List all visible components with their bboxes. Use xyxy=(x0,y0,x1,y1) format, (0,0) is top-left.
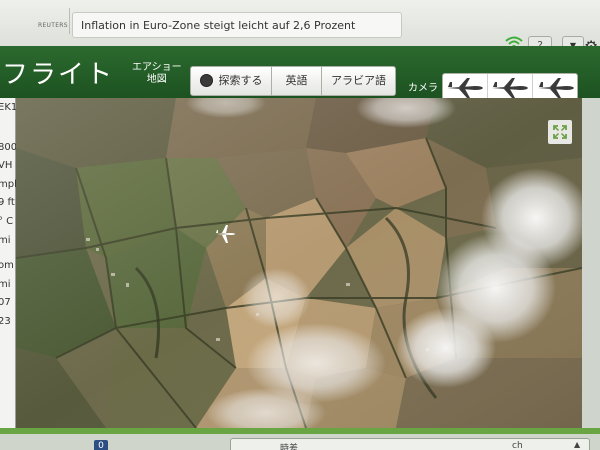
bottom-accent xyxy=(0,428,600,434)
info-value: 23 xyxy=(0,316,11,327)
info-value: mi xyxy=(0,235,11,246)
reuters-logo: REUTERS xyxy=(38,8,70,34)
aerial-terrain xyxy=(16,98,582,428)
info-value: 800 xyxy=(0,142,18,153)
airplane-icon xyxy=(537,78,574,98)
airshow-map-label: エアショー 地図 xyxy=(132,62,182,86)
scroll-edge xyxy=(582,98,600,428)
info-value: om xyxy=(0,260,14,271)
expand-button[interactable] xyxy=(548,120,572,144)
explore-button[interactable]: 探索する xyxy=(190,66,272,96)
reuters-label: REUTERS xyxy=(38,22,68,29)
page-number-badge[interactable]: 0 xyxy=(94,440,108,450)
airplane-icon xyxy=(492,78,528,98)
airshow-map-label-line1: エアショー xyxy=(132,62,182,73)
airplane-icon xyxy=(447,78,483,98)
app-header: フライト エアショー 地図 探索する 英語 アラビア語 カメラ xyxy=(0,46,600,103)
flight-info-panel: EK1 800 VH mph 9 ft ° C mi om mi 07 23 xyxy=(0,98,20,428)
info-value: mi xyxy=(0,279,11,290)
bottom-field-label: 時差 xyxy=(280,444,299,450)
page-title: フライト xyxy=(2,60,115,90)
bottom-field-value: ch xyxy=(512,441,523,450)
flight-number: EK1 xyxy=(0,102,18,113)
airshow-map-label-line2: 地図 xyxy=(146,74,167,85)
news-ticker[interactable]: Inflation in Euro-Zone steigt leicht auf… xyxy=(72,12,402,38)
aerial-camera-view[interactable] xyxy=(16,98,582,428)
aircraft-icon xyxy=(216,225,235,243)
info-value: 9 ft xyxy=(0,197,15,208)
chevron-up-icon[interactable]: ▲ xyxy=(574,440,580,449)
info-value: ° C xyxy=(0,216,14,227)
info-value: VH xyxy=(0,160,13,171)
globe-icon xyxy=(199,73,213,87)
ife-screen: REUTERS Inflation in Euro-Zone steigt le… xyxy=(0,0,600,450)
expand-icon xyxy=(553,125,567,139)
arabic-button[interactable]: アラビア語 xyxy=(322,66,396,96)
info-value: 07 xyxy=(0,297,11,308)
english-button[interactable]: 英語 xyxy=(272,66,322,96)
camera-label: カメラ xyxy=(408,83,438,94)
explore-label: 探索する xyxy=(218,74,263,87)
